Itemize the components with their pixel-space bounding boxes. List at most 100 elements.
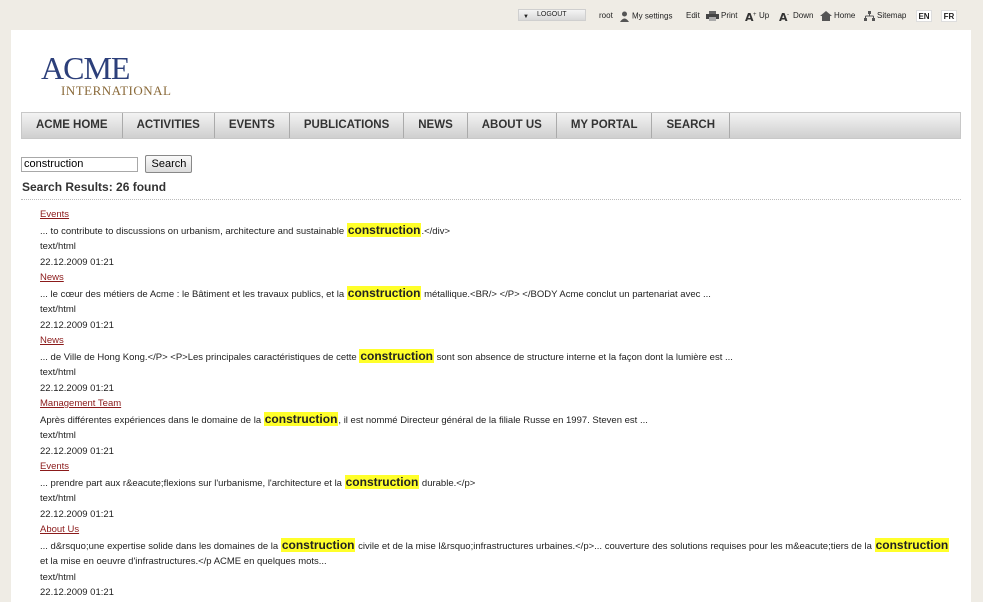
result-date: 22.12.2009 01:21 bbox=[40, 587, 114, 598]
excerpt-text: métallique.<BR/> </P> </BODY Acme conclu… bbox=[421, 288, 711, 300]
result-mime-type: text/html bbox=[40, 493, 76, 504]
result-mime-type: text/html bbox=[40, 304, 76, 315]
keyword-highlight: construction bbox=[359, 348, 434, 363]
logout-label: LOGOUT bbox=[537, 11, 567, 18]
svg-text:-: - bbox=[787, 12, 789, 18]
printer-icon bbox=[706, 11, 719, 21]
nav-item-events[interactable]: EVENTS bbox=[215, 113, 290, 138]
search-result-item: Events ... prendre part aux r&eacute;flex… bbox=[40, 459, 952, 522]
search-button[interactable]: Search bbox=[145, 155, 193, 173]
font-down-link[interactable]: A - Down bbox=[779, 11, 813, 21]
print-link[interactable]: Print bbox=[706, 11, 737, 21]
nav-item-about-us[interactable]: ABOUT US bbox=[468, 113, 557, 138]
results-count: Search Results: 26 found bbox=[22, 180, 167, 194]
nav-label: NEWS bbox=[418, 119, 453, 131]
excerpt-text: ... le cœur des métiers de Acme : le Bât… bbox=[40, 288, 347, 300]
excerpt-text: ... d&rsquo;une expertise solide dans le… bbox=[40, 540, 281, 552]
nav-label: MY PORTAL bbox=[570, 119, 638, 131]
nav-item-my-portal[interactable]: MY PORTAL bbox=[557, 113, 653, 138]
user-icon bbox=[620, 11, 629, 22]
result-title-link[interactable]: About Us bbox=[40, 522, 952, 538]
font-increase-icon: A + bbox=[745, 11, 757, 21]
result-title-link[interactable]: Events bbox=[40, 459, 952, 475]
result-title-link[interactable]: Events bbox=[40, 207, 952, 223]
result-title-link[interactable]: News bbox=[40, 333, 952, 349]
font-decrease-icon: A- bbox=[779, 11, 789, 21]
search-form: Search bbox=[21, 155, 193, 173]
keyword-highlight: construction bbox=[346, 222, 422, 237]
excerpt-text: ... de Ville de Hong Kong.</P> <P>Les pr… bbox=[40, 351, 360, 363]
keyword-highlight: construction bbox=[346, 285, 422, 300]
my-settings-link[interactable]: My settings bbox=[619, 11, 672, 22]
result-title-link[interactable]: Management Team bbox=[40, 396, 952, 412]
excerpt-text: sont son absence de structure interne et… bbox=[434, 351, 733, 363]
result-excerpt: Après différentes expériences dans le do… bbox=[40, 411, 952, 429]
nav-label: ACME HOME bbox=[36, 119, 108, 131]
nav-label: ACTIVITIES bbox=[136, 119, 200, 131]
result-mime-type: text/html bbox=[40, 241, 76, 252]
result-date: 22.12.2009 01:21 bbox=[40, 508, 114, 520]
keyword-highlight: construction bbox=[874, 537, 950, 552]
result-excerpt: ... de Ville de Hong Kong.</P> <P>Les pr… bbox=[40, 348, 952, 366]
keyword-highlight: construction bbox=[344, 474, 420, 489]
nav-label: EVENTS bbox=[228, 119, 275, 131]
dropdown-arrow-icon: ▼ bbox=[523, 14, 529, 20]
nav-item-search[interactable]: SEARCH bbox=[652, 113, 731, 138]
sitemap-link[interactable]: Sitemap bbox=[864, 11, 906, 21]
result-excerpt: ... prendre part aux r&eacute;flexions s… bbox=[40, 474, 952, 492]
excerpt-text: civile et de la mise l&rsquo;infrastruct… bbox=[355, 540, 875, 552]
excerpt-text: .</div> bbox=[421, 225, 451, 237]
acme-logo[interactable]: ACME INTERNATIONAL bbox=[41, 52, 171, 97]
divider bbox=[21, 199, 961, 200]
result-title-link[interactable]: News bbox=[40, 270, 952, 286]
result-mime-type: text/html bbox=[40, 430, 76, 441]
font-up-link[interactable]: A + Up bbox=[745, 11, 769, 21]
up-label: Up bbox=[759, 11, 770, 21]
nav-item-publications[interactable]: PUBLICATIONS bbox=[290, 113, 405, 138]
logout-button[interactable]: ▼ LOGOUT bbox=[518, 9, 586, 21]
home-icon bbox=[820, 11, 832, 21]
excerpt-text: , il est nommé Directeur général de la f… bbox=[338, 414, 648, 426]
excerpt-text: ... prendre part aux r&eacute;flexions s… bbox=[40, 477, 345, 489]
search-result-item: News ... le cœur des métiers de Acme : le… bbox=[40, 270, 952, 333]
nav-item-acme-home[interactable]: ACME HOME bbox=[22, 113, 123, 138]
excerpt-text: et la mise en oeuvre d'infrastructures.<… bbox=[40, 556, 327, 567]
search-results-list: Events ... to contribute to discussions o… bbox=[40, 207, 952, 602]
sitemap-icon bbox=[864, 11, 875, 21]
search-result-item: About Us ... d&rsquo;une expertise solide… bbox=[40, 522, 952, 601]
keyword-highlight: construction bbox=[263, 411, 339, 426]
home-link[interactable]: Home bbox=[820, 11, 855, 21]
top-toolbar: ▼ LOGOUT root My settings Edit Print A + U… bbox=[0, 8, 983, 24]
result-date: 22.12.2009 01:21 bbox=[40, 382, 114, 394]
result-excerpt: ... to contribute to discussions on urba… bbox=[40, 222, 952, 240]
keyword-highlight: construction bbox=[280, 537, 356, 552]
logo-title: ACME bbox=[41, 50, 130, 86]
logo-subtitle: INTERNATIONAL bbox=[61, 83, 172, 98]
print-label: Print bbox=[721, 11, 738, 21]
edit-link[interactable]: Edit bbox=[686, 11, 700, 21]
nav-label: ABOUT US bbox=[481, 119, 542, 131]
result-mime-type: text/html bbox=[40, 571, 76, 583]
result-excerpt: ... d&rsquo;une expertise solide dans le… bbox=[40, 537, 952, 570]
main-panel: ACME INTERNATIONAL ACME HOME ACTIVITIES … bbox=[11, 30, 971, 602]
lang-en-button[interactable]: EN bbox=[916, 10, 932, 22]
home-label: Home bbox=[834, 11, 856, 21]
search-input[interactable] bbox=[21, 156, 138, 172]
search-result-item: News ... de Ville de Hong Kong.</P> <P>Le… bbox=[40, 333, 952, 396]
result-date: 22.12.2009 01:21 bbox=[40, 319, 114, 331]
down-label: Down bbox=[793, 11, 814, 21]
nav-item-activities[interactable]: ACTIVITIES bbox=[123, 113, 215, 138]
nav-label: PUBLICATIONS bbox=[303, 119, 390, 131]
current-user: root bbox=[599, 11, 613, 20]
excerpt-text: ... to contribute to discussions on urba… bbox=[40, 225, 347, 237]
main-nav: ACME HOME ACTIVITIES EVENTS PUBLICATIONS… bbox=[21, 112, 961, 139]
search-result-item: Management Team Après différentes expérie… bbox=[40, 396, 952, 459]
nav-label: SEARCH bbox=[666, 119, 716, 131]
result-date: 22.12.2009 01:21 bbox=[40, 256, 114, 268]
nav-item-news[interactable]: NEWS bbox=[404, 113, 468, 138]
sitemap-label: Sitemap bbox=[877, 11, 907, 21]
svg-text:+: + bbox=[753, 12, 757, 18]
search-result-item: Events ... to contribute to discussions o… bbox=[40, 207, 952, 270]
lang-fr-button[interactable]: FR bbox=[941, 10, 957, 22]
result-excerpt: ... le cœur des métiers de Acme : le Bât… bbox=[40, 285, 952, 303]
